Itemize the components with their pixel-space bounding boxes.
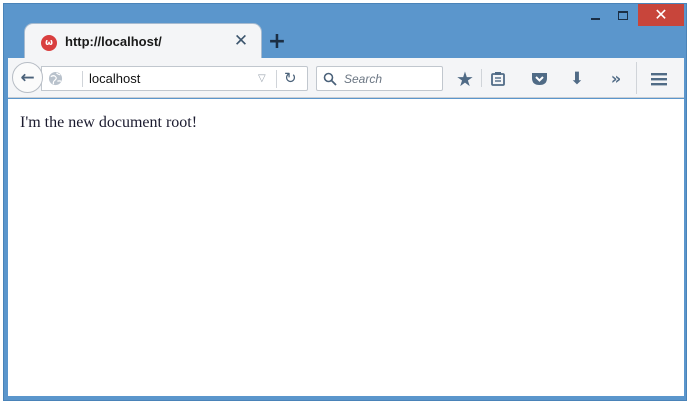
download-button[interactable]: ⬇ xyxy=(564,66,590,91)
bookmark-star-icon: ★ xyxy=(456,66,474,91)
wamp-favicon-icon: ω xyxy=(41,35,57,51)
search-bar[interactable]: Search xyxy=(316,66,443,91)
pocket-icon xyxy=(531,72,547,85)
reading-list-button[interactable] xyxy=(485,66,511,91)
menu-separator xyxy=(636,62,637,94)
reload-icon[interactable]: ↻ xyxy=(284,69,297,87)
open-menu-button[interactable] xyxy=(646,66,672,91)
close-icon: ✕ xyxy=(233,31,249,51)
bookmark-button[interactable]: ★ xyxy=(452,66,478,91)
close-icon: ✕ xyxy=(654,5,668,24)
minimize-button[interactable] xyxy=(582,4,608,26)
browser-window: ✕ ω http://localhost/ ✕ + localhost ▽ ↻ xyxy=(3,3,687,401)
hamburger-menu-icon xyxy=(651,72,667,85)
globe-icon xyxy=(48,71,63,86)
reload-separator xyxy=(276,70,277,88)
history-dropdown-icon[interactable]: ▽ xyxy=(258,73,266,84)
navigation-toolbar: localhost ▽ ↻ ← Search ★ ⬇ » xyxy=(8,58,684,98)
overflow-button[interactable]: » xyxy=(603,66,629,91)
pocket-button[interactable] xyxy=(526,66,552,91)
search-placeholder: Search xyxy=(344,72,383,86)
maximize-icon xyxy=(618,10,628,20)
tab-localhost[interactable]: ω http://localhost/ ✕ xyxy=(24,23,262,58)
download-icon: ⬇ xyxy=(569,68,585,89)
overflow-chevron-icon: » xyxy=(610,69,622,88)
page-body-text: I'm the new document root! xyxy=(20,114,198,131)
plus-icon: + xyxy=(267,28,287,54)
close-window-button[interactable]: ✕ xyxy=(638,4,684,26)
search-icon xyxy=(323,72,337,86)
new-tab-button[interactable]: + xyxy=(266,28,288,54)
address-bar[interactable]: localhost ▽ ↻ xyxy=(41,66,308,91)
reading-list-icon xyxy=(491,71,505,86)
tab-close-button[interactable]: ✕ xyxy=(231,31,251,51)
tab-title: http://localhost/ xyxy=(65,34,162,49)
title-bar: ✕ ω http://localhost/ ✕ + xyxy=(4,4,686,58)
back-button[interactable]: ← xyxy=(12,62,43,93)
maximize-button[interactable] xyxy=(610,4,636,26)
toolbar-separator xyxy=(481,69,482,87)
address-text[interactable]: localhost xyxy=(89,71,140,86)
back-arrow-icon: ← xyxy=(20,67,35,88)
page-content: I'm the new document root! xyxy=(8,99,684,396)
minimize-icon xyxy=(590,18,600,20)
address-separator xyxy=(82,71,83,87)
